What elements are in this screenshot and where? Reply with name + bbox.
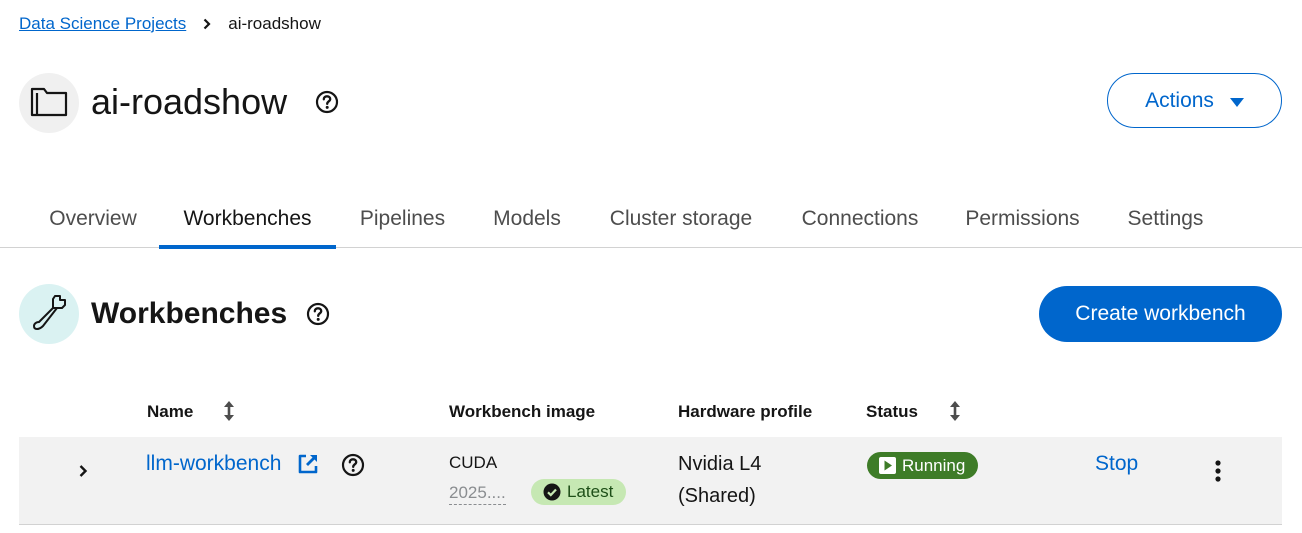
table-row: llm-workbench CUDA 2025.... Latest Nvidi…	[19, 437, 1282, 525]
actions-dropdown-button[interactable]: Actions	[1107, 73, 1282, 128]
play-icon	[879, 457, 896, 474]
column-header-image: Workbench image	[449, 402, 596, 421]
column-header-status[interactable]: Status	[866, 400, 918, 424]
wrench-icon	[29, 292, 69, 337]
kebab-icon[interactable]	[1210, 458, 1226, 484]
breadcrumb: Data Science Projects ai-roadshow	[19, 12, 321, 36]
breadcrumb-link-projects[interactable]: Data Science Projects	[19, 14, 186, 34]
workbench-name-link[interactable]: llm-workbench	[146, 452, 281, 476]
column-header-hardware: Hardware profile	[678, 402, 813, 421]
expand-row-chevron-right-icon[interactable]	[75, 461, 91, 481]
actions-label: Actions	[1145, 88, 1214, 112]
external-link-icon[interactable]	[296, 452, 320, 481]
section-title: Workbenches	[91, 297, 288, 330]
stop-button[interactable]: Stop	[1095, 452, 1138, 476]
help-icon[interactable]	[341, 453, 365, 482]
project-avatar	[19, 73, 79, 133]
page-title: ai-roadshow	[91, 81, 288, 122]
tab-bar: Overview Workbenches Pipelines Models Cl…	[0, 190, 1302, 249]
create-workbench-button[interactable]: Create workbench	[1039, 286, 1282, 342]
sort-icon[interactable]	[222, 400, 236, 422]
tab-cluster-storage[interactable]: Cluster storage	[585, 190, 777, 247]
tab-overview[interactable]: Overview	[26, 190, 160, 247]
chevron-right-icon	[186, 18, 228, 30]
tab-pipelines[interactable]: Pipelines	[336, 190, 469, 247]
workbench-image-version[interactable]: 2025....	[449, 483, 506, 505]
sort-icon[interactable]	[948, 400, 962, 422]
tab-permissions[interactable]: Permissions	[943, 190, 1102, 247]
page: Data Science Projects ai-roadshow ai-roa…	[0, 0, 1302, 533]
breadcrumb-current: ai-roadshow	[228, 14, 321, 33]
help-icon[interactable]	[315, 90, 339, 114]
help-icon[interactable]	[306, 302, 330, 326]
tab-settings[interactable]: Settings	[1102, 190, 1229, 247]
tab-connections[interactable]: Connections	[777, 190, 943, 247]
tab-workbenches[interactable]: Workbenches	[159, 190, 336, 249]
column-header-name[interactable]: Name	[147, 400, 193, 424]
caret-down-icon	[1229, 89, 1244, 113]
folder-icon	[29, 84, 69, 123]
section-avatar	[19, 284, 79, 344]
check-circle-icon	[543, 483, 561, 501]
latest-badge: Latest	[531, 479, 627, 505]
tab-models[interactable]: Models	[469, 190, 585, 247]
workbench-image-name: CUDA	[449, 453, 498, 472]
status-badge[interactable]: Running	[867, 452, 979, 479]
hardware-profile: Nvidia L4 (Shared)	[678, 453, 762, 507]
